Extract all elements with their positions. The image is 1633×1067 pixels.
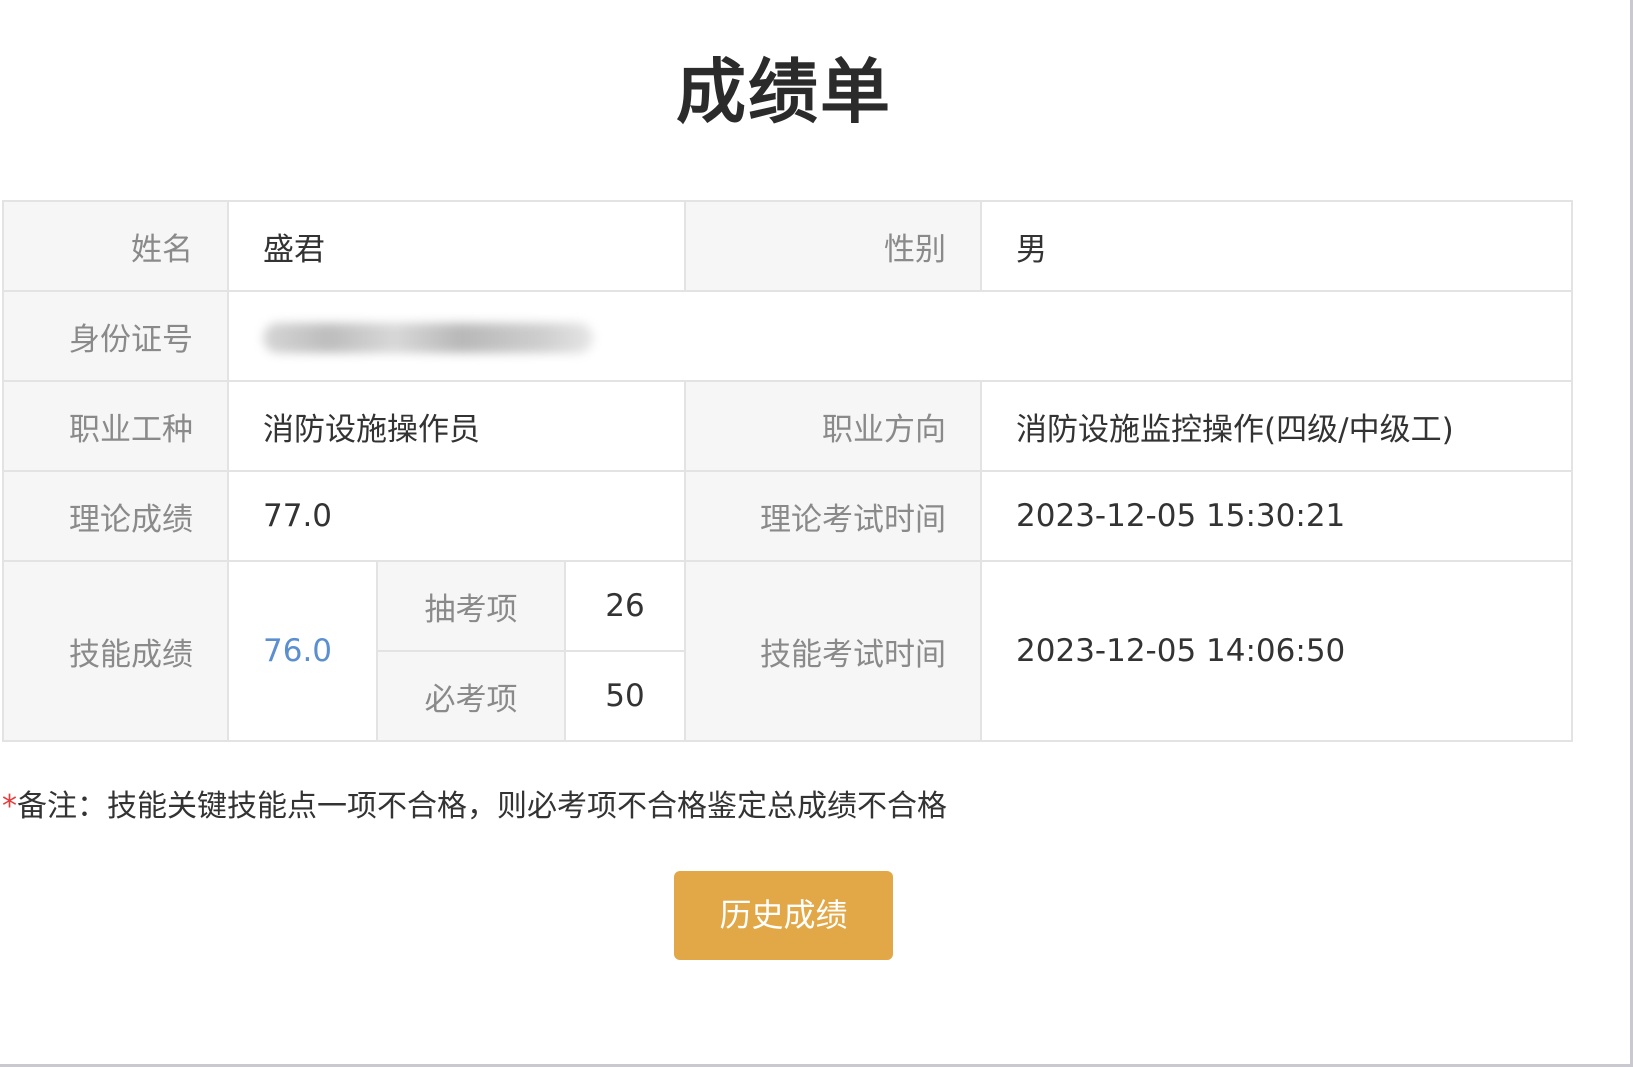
required-marker: * — [2, 789, 17, 824]
gender-label: 性别 — [684, 200, 983, 292]
row-occupation: 职业工种 消防设施操作员 职业方向 消防设施监控操作(四级/中级工) — [2, 380, 1574, 472]
row-id: 身份证号 — [2, 290, 1574, 382]
skill-time-label: 技能考试时间 — [684, 560, 983, 742]
direction-value: 消防设施监控操作(四级/中级工) — [980, 380, 1574, 472]
required-item-value: 50 — [563, 650, 687, 742]
row-name-gender: 姓名 盛君 性别 男 — [2, 200, 1574, 292]
row-theory: 理论成绩 77.0 理论考试时间 2023-12-05 15:30:21 — [2, 470, 1574, 562]
theory-time-label: 理论考试时间 — [684, 470, 983, 562]
occupation-value: 消防设施操作员 — [226, 380, 687, 472]
skill-time-value: 2023-12-05 14:06:50 — [980, 560, 1574, 742]
theory-score-label: 理论成绩 — [2, 470, 229, 562]
occupation-label: 职业工种 — [2, 380, 229, 472]
redacted-id-blur — [263, 322, 593, 353]
random-item-label: 抽考项 — [376, 560, 566, 652]
gender-value: 男 — [980, 200, 1574, 292]
row-skill-random: 技能成绩 76.0 抽考项 26 技能考试时间 2023-12-05 14:06… — [2, 560, 1574, 742]
history-scores-button[interactable]: 历史成绩 — [674, 871, 893, 960]
name-value: 盛君 — [226, 200, 687, 292]
required-item-label: 必考项 — [376, 650, 566, 742]
id-value — [226, 290, 1574, 382]
name-label: 姓名 — [2, 200, 229, 292]
random-item-value: 26 — [563, 560, 687, 652]
theory-time-value: 2023-12-05 15:30:21 — [980, 470, 1574, 562]
id-label: 身份证号 — [2, 290, 229, 382]
theory-score-value: 77.0 — [226, 470, 687, 562]
page-title: 成绩单 — [676, 51, 892, 133]
skill-score-value: 76.0 — [227, 560, 378, 742]
direction-label: 职业方向 — [684, 380, 983, 472]
skill-score-label: 技能成绩 — [2, 560, 229, 742]
remark-text: 备注：技能关键技能点一项不合格，则必考项不合格鉴定总成绩不合格 — [17, 789, 947, 824]
remark-note: *备注：技能关键技能点一项不合格，则必考项不合格鉴定总成绩不合格 — [2, 782, 947, 832]
grade-table: 姓名 盛君 性别 男 身份证号 职业工种 消防设施操作员 职业方向 消防设施监控… — [2, 200, 1574, 742]
